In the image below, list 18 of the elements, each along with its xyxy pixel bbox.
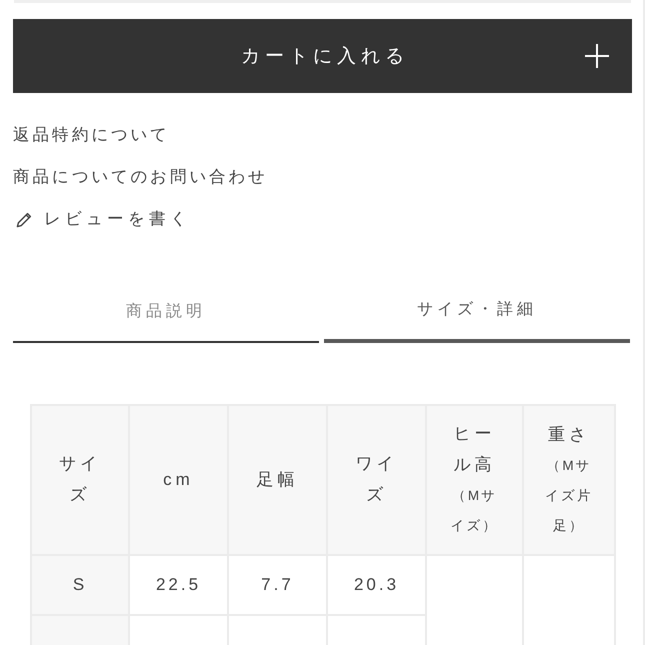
info-link[interactable]: 返品特約について <box>13 124 170 146</box>
add-to-cart-button[interactable]: カートに入れる <box>13 19 632 93</box>
column-header: ワイズ <box>327 405 426 555</box>
column-header: ヒール高 （Mサイズ） <box>426 405 523 555</box>
row-header: S <box>31 555 129 615</box>
column-header: cm <box>129 405 228 555</box>
column-header: サイズ <box>31 405 129 555</box>
table-cell: 20.3 <box>327 555 426 615</box>
tab[interactable]: 商品説明 <box>13 282 319 343</box>
column-header: 足幅 <box>228 405 327 555</box>
info-link[interactable]: 商品についてのお問い合わせ <box>13 166 268 188</box>
tab[interactable]: サイズ・詳細 <box>324 280 630 343</box>
table-cell: 7.7 <box>228 555 327 615</box>
pencil-icon <box>16 210 33 228</box>
table-cell: 22.5 <box>129 555 228 615</box>
plus-icon <box>585 44 609 68</box>
column-header: 重さ （Mサイズ片足） <box>523 405 615 555</box>
write-review-link[interactable]: レビューを書く <box>44 208 191 230</box>
